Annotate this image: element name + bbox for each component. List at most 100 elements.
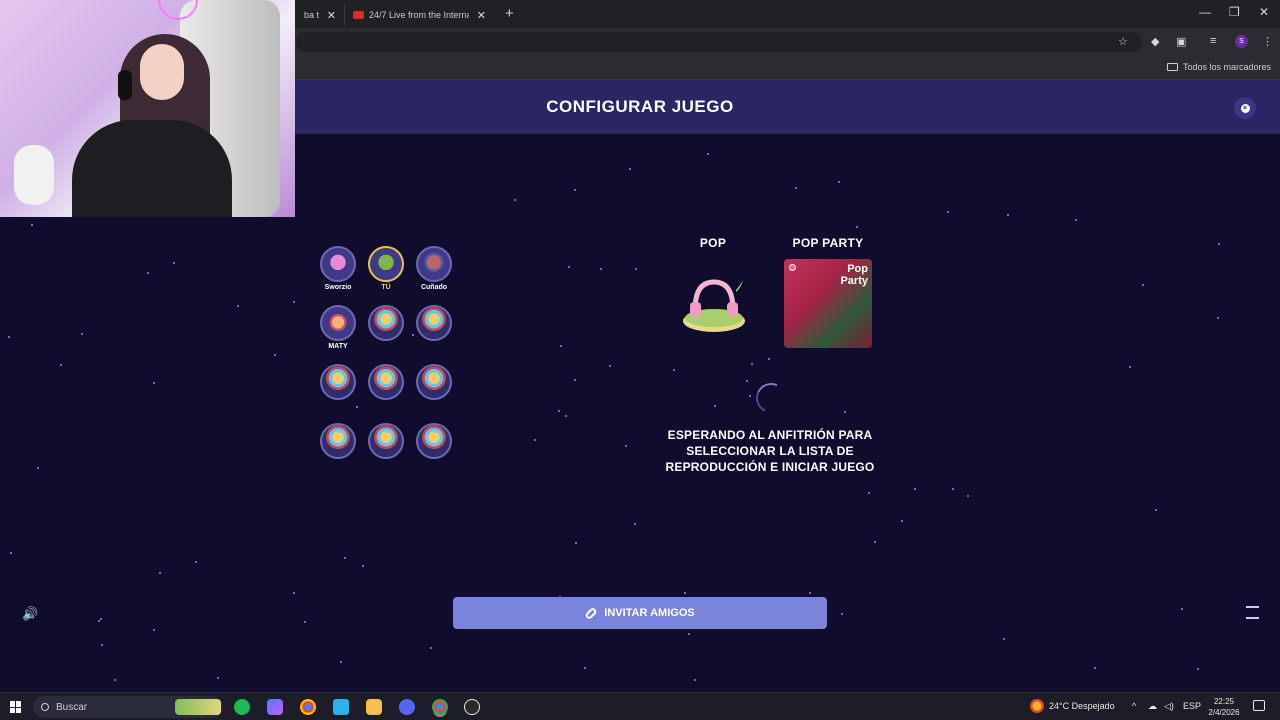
star (634, 523, 636, 525)
chevron-up-icon[interactable]: ^ (1132, 701, 1136, 711)
clock-date: 2/4/2026 (1208, 708, 1240, 717)
invite-label: INVITAR AMIGOS (604, 607, 695, 619)
volume-icon[interactable]: ◁) (1164, 701, 1174, 712)
player-slot: Cuñado (410, 246, 458, 291)
language-indicator[interactable]: ESP (1183, 701, 1201, 711)
profile-avatar[interactable]: S (1235, 35, 1248, 48)
star (558, 410, 560, 412)
player-slot: Sworzio (314, 246, 362, 291)
obs-icon[interactable] (464, 699, 480, 715)
loading-spinner (751, 378, 791, 418)
search-highlight-image[interactable] (175, 699, 221, 715)
spotify-icon[interactable] (234, 699, 250, 715)
player-avatar (320, 246, 356, 282)
restore-button[interactable]: ❐ (1229, 5, 1240, 19)
minimize-button[interactable]: — (1199, 5, 1211, 19)
playlist-pop-party-cover[interactable]: Pop Party (784, 259, 872, 348)
star (574, 189, 576, 191)
clock-time: 22:25 (1213, 697, 1235, 706)
notifications-icon[interactable] (1253, 700, 1265, 711)
player-avatar (320, 305, 356, 341)
headset (118, 70, 132, 100)
close-button[interactable]: × (1234, 97, 1256, 119)
star (600, 268, 602, 270)
player-slot (314, 423, 362, 459)
copilot-icon[interactable] (267, 699, 283, 715)
streamer-body (72, 120, 232, 217)
star (947, 211, 949, 213)
star (714, 405, 716, 407)
menu-kebab-icon[interactable]: ⋮ (1262, 35, 1273, 48)
tab-title: 24/7 Live from the International (369, 10, 469, 20)
star (874, 541, 876, 543)
app-shield-icon[interactable] (333, 699, 349, 715)
star (147, 272, 149, 274)
star (768, 358, 770, 360)
star (10, 552, 12, 554)
star (1075, 219, 1077, 221)
folder-icon (1166, 63, 1178, 71)
star (153, 629, 155, 631)
discord-icon[interactable] (399, 699, 415, 715)
chrome-active-icon[interactable] (432, 699, 448, 715)
sound-icon[interactable]: 🔊 (22, 606, 38, 622)
clock[interactable]: 22:25 2/4/2026 (1202, 696, 1246, 718)
star (1218, 243, 1220, 245)
invite-friends-button[interactable]: INVITAR AMIGOS (453, 597, 827, 629)
star (1217, 317, 1219, 319)
star (838, 181, 840, 183)
media-control-icon[interactable]: ≡ (1210, 35, 1216, 47)
player-avatar (368, 423, 404, 459)
youtube-icon (353, 11, 364, 19)
streamer-face (140, 44, 184, 100)
star (100, 618, 102, 620)
tab-close-icon[interactable]: ✕ (477, 9, 486, 22)
player-name: MATY (328, 343, 348, 350)
windows-start-icon[interactable] (10, 701, 22, 713)
star (37, 467, 39, 469)
star (1003, 638, 1005, 640)
network-icon[interactable]: ☁ (1148, 701, 1157, 712)
extensions-puzzle-icon[interactable]: ▣ (1176, 35, 1186, 48)
star (362, 565, 364, 567)
browser-tab-game[interactable]: ba tus ✕ (296, 4, 344, 26)
cover-text-line: Party (840, 275, 868, 287)
star (159, 572, 161, 574)
address-input[interactable] (296, 32, 1142, 52)
link-icon (584, 606, 598, 620)
player-slot (362, 364, 410, 400)
close-window-button[interactable]: ✕ (1259, 5, 1269, 19)
player-slot (314, 364, 362, 400)
star (60, 364, 62, 366)
extension-icon[interactable]: ◆ (1151, 35, 1159, 48)
weather-text[interactable]: 24°C Despejado (1049, 701, 1115, 711)
star (841, 613, 843, 615)
player-name: Sworzio (324, 284, 352, 291)
cover-text-line: Pop (847, 263, 868, 275)
tab-close-icon[interactable]: ✕ (327, 9, 336, 22)
tab-title: ba tus (304, 10, 319, 20)
windows-taskbar: Buscar 24°C Despejado ^ ☁ ◁) ESP 22:25 2… (0, 692, 1280, 720)
file-explorer-icon[interactable] (366, 699, 382, 715)
star (565, 415, 567, 417)
star (340, 661, 342, 663)
player-slot: TÚ (362, 246, 410, 291)
star (844, 411, 846, 413)
browser-tab-youtube[interactable]: 24/7 Live from the International ✕ (344, 4, 494, 26)
fullscreen-icon[interactable] (1246, 606, 1259, 619)
player-slot (362, 305, 410, 341)
star (1007, 214, 1009, 216)
screen: ba tus ✕ 24/7 Live from the Internationa… (0, 0, 1280, 720)
star (856, 226, 858, 228)
player-slot (362, 423, 410, 459)
chrome-icon[interactable] (300, 699, 316, 715)
star (1094, 667, 1096, 669)
star (304, 621, 306, 623)
all-bookmarks-button[interactable]: Todos los marcadores (1166, 62, 1271, 72)
bookmark-star-icon[interactable]: ☆ (1118, 35, 1128, 48)
new-tab-button[interactable]: + (505, 5, 514, 22)
player-avatar (368, 364, 404, 400)
headphones-island-icon (683, 279, 745, 332)
playlist-pop-cover[interactable] (681, 276, 747, 334)
player-avatar (320, 423, 356, 459)
